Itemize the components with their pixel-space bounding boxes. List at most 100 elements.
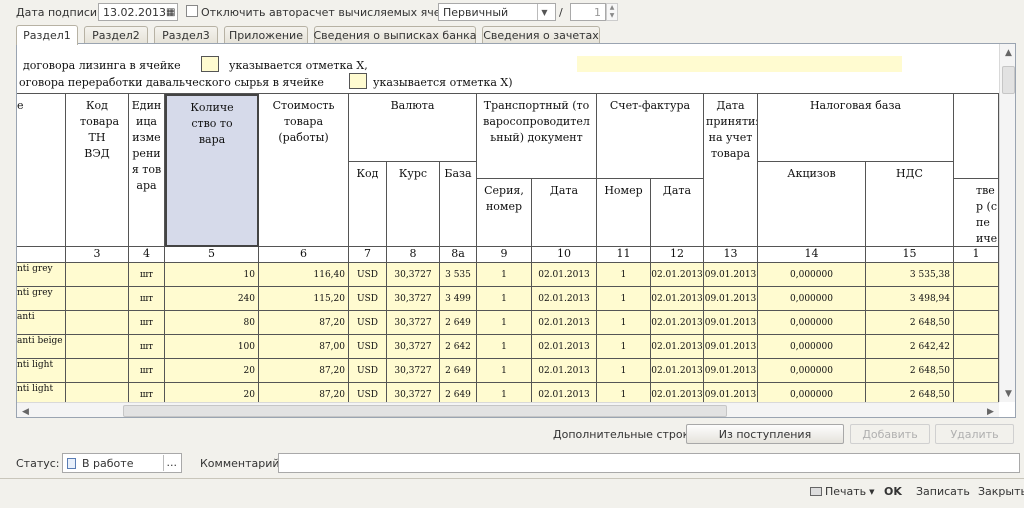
table-cell-base[interactable]: 2 649	[440, 359, 477, 383]
tab-section2[interactable]: Раздел2	[84, 26, 148, 44]
table-cell-code[interactable]: USD	[349, 335, 387, 359]
table-cell[interactable]	[954, 359, 999, 383]
table-row[interactable]: nti light шт 20 87,20 USD 30,3727 2 649 1 02.01.…	[17, 359, 999, 383]
table-cell[interactable]	[954, 263, 999, 287]
table-cell-series[interactable]: 1	[477, 263, 532, 287]
ok-button[interactable]: OK	[884, 485, 902, 498]
table-cell-inv-date[interactable]: 02.01.2013	[651, 287, 704, 311]
calendar-icon[interactable]: ▦	[166, 7, 175, 18]
table-cell-qty[interactable]: 20	[165, 359, 259, 383]
table-cell-code[interactable]: USD	[349, 359, 387, 383]
table-cell-vat[interactable]: 3 535,38	[866, 263, 954, 287]
auto-calc-checkbox[interactable]	[186, 5, 198, 17]
table-cell[interactable]	[66, 263, 129, 287]
processing-mark-cell[interactable]	[349, 73, 367, 89]
tab-bank-statements[interactable]: Сведения о выписках банка	[313, 26, 477, 44]
table-cell-inv-num[interactable]: 1	[597, 287, 651, 311]
scroll-right-icon[interactable]: ▶	[982, 403, 999, 417]
table-cell-vat[interactable]: 2 642,42	[866, 335, 954, 359]
tab-section3[interactable]: Раздел3	[154, 26, 218, 44]
table-cell-unit[interactable]: шт	[129, 359, 165, 383]
table-cell[interactable]	[954, 311, 999, 335]
comment-input[interactable]	[278, 453, 1020, 473]
status-field[interactable]: В работе ...	[62, 453, 182, 473]
table-cell-cost[interactable]: 87,00	[259, 335, 349, 359]
table-cell-accept[interactable]: 09.01.2013	[704, 335, 758, 359]
table-cell-qty[interactable]: 100	[165, 335, 259, 359]
leasing-mark-cell[interactable]	[201, 56, 219, 72]
table-cell[interactable]	[954, 335, 999, 359]
vertical-scroll-thumb[interactable]	[1002, 66, 1015, 94]
vertical-scrollbar[interactable]: ▲ ▼	[999, 44, 1015, 402]
table-cell-accept[interactable]: 09.01.2013	[704, 263, 758, 287]
spreadsheet[interactable]: договора лизинга в ячейке указывается от…	[16, 43, 1016, 418]
sign-date-field[interactable]: 13.02.2013 ▦	[98, 3, 178, 21]
table-cell-series[interactable]: 1	[477, 359, 532, 383]
tab-appendix[interactable]: Приложение	[224, 26, 308, 44]
print-button[interactable]: Печать ▼	[810, 485, 875, 498]
scroll-up-icon[interactable]: ▲	[1000, 44, 1015, 61]
table-cell-vat[interactable]: 2 648,50	[866, 359, 954, 383]
chevron-down-icon[interactable]: ▼	[537, 4, 551, 20]
tab-offsets[interactable]: Сведения о зачетах	[482, 26, 600, 44]
table-cell-cost[interactable]: 116,40	[259, 263, 349, 287]
table-cell-name[interactable]: nti grey	[17, 263, 66, 287]
table-cell-inv-date[interactable]: 02.01.2013	[651, 311, 704, 335]
table-cell-qty[interactable]: 240	[165, 287, 259, 311]
table-cell-series[interactable]: 1	[477, 311, 532, 335]
table-cell[interactable]	[66, 359, 129, 383]
horizontal-scrollbar[interactable]: ◀ ▶	[17, 402, 999, 417]
table-cell-name[interactable]: anti	[17, 311, 66, 335]
table-cell-tr-date[interactable]: 02.01.2013	[532, 287, 597, 311]
table-cell-cost[interactable]: 87,20	[259, 311, 349, 335]
table-cell-inv-date[interactable]: 02.01.2013	[651, 263, 704, 287]
note-highlight-cell[interactable]	[577, 56, 902, 72]
table-cell-accept[interactable]: 09.01.2013	[704, 311, 758, 335]
table-cell-series[interactable]: 1	[477, 335, 532, 359]
table-cell-base[interactable]: 2 649	[440, 311, 477, 335]
table-cell-qty[interactable]: 10	[165, 263, 259, 287]
table-cell-name[interactable]: nti light	[17, 359, 66, 383]
table-cell-accept[interactable]: 09.01.2013	[704, 359, 758, 383]
table-cell-base[interactable]: 2 642	[440, 335, 477, 359]
table-cell-unit[interactable]: шт	[129, 287, 165, 311]
table-cell-rate[interactable]: 30,3727	[387, 311, 440, 335]
tab-section1[interactable]: Раздел1	[16, 25, 78, 45]
table-cell-excise[interactable]: 0,000000	[758, 287, 866, 311]
table-cell-name[interactable]: anti beige	[17, 335, 66, 359]
col-quantity-header[interactable]: Количество товара	[165, 94, 259, 247]
spreadsheet-grid[interactable]: договора лизинга в ячейке указывается от…	[17, 44, 1015, 417]
table-cell-vat[interactable]: 2 648,50	[866, 311, 954, 335]
horizontal-scroll-thumb[interactable]	[123, 405, 727, 417]
table-cell-tr-date[interactable]: 02.01.2013	[532, 359, 597, 383]
table-cell-inv-num[interactable]: 1	[597, 359, 651, 383]
table-cell-unit[interactable]: шт	[129, 263, 165, 287]
table-cell[interactable]	[66, 335, 129, 359]
table-cell-code[interactable]: USD	[349, 311, 387, 335]
table-cell-inv-date[interactable]: 02.01.2013	[651, 359, 704, 383]
page-number-field[interactable]: 1	[570, 3, 606, 21]
table-cell-code[interactable]: USD	[349, 287, 387, 311]
table-cell-tr-date[interactable]: 02.01.2013	[532, 311, 597, 335]
table-cell-inv-num[interactable]: 1	[597, 335, 651, 359]
table-cell-cost[interactable]: 87,20	[259, 359, 349, 383]
table-cell-base[interactable]: 3 535	[440, 263, 477, 287]
table-cell-excise[interactable]: 0,000000	[758, 311, 866, 335]
table-cell[interactable]	[954, 287, 999, 311]
table-cell-rate[interactable]: 30,3727	[387, 263, 440, 287]
table-cell-cost[interactable]: 115,20	[259, 287, 349, 311]
close-button[interactable]: Закрыть	[978, 485, 1024, 498]
table-row[interactable]: nti grey шт 10 116,40 USD 30,3727 3 535 1 02.01.…	[17, 263, 999, 287]
table-cell-unit[interactable]: шт	[129, 335, 165, 359]
table-cell-base[interactable]: 3 499	[440, 287, 477, 311]
table-cell-code[interactable]: USD	[349, 263, 387, 287]
delete-row-button[interactable]: Удалить	[935, 424, 1014, 444]
table-cell-tr-date[interactable]: 02.01.2013	[532, 263, 597, 287]
table-cell-rate[interactable]: 30,3727	[387, 359, 440, 383]
table-cell-vat[interactable]: 3 498,94	[866, 287, 954, 311]
table-cell-rate[interactable]: 30,3727	[387, 287, 440, 311]
from-receipt-button[interactable]: Из поступления	[686, 424, 844, 444]
doc-type-select[interactable]: Первичный ▼	[438, 3, 556, 21]
scroll-left-icon[interactable]: ◀	[17, 403, 34, 417]
page-spinner[interactable]: ▲ ▼	[606, 3, 618, 21]
